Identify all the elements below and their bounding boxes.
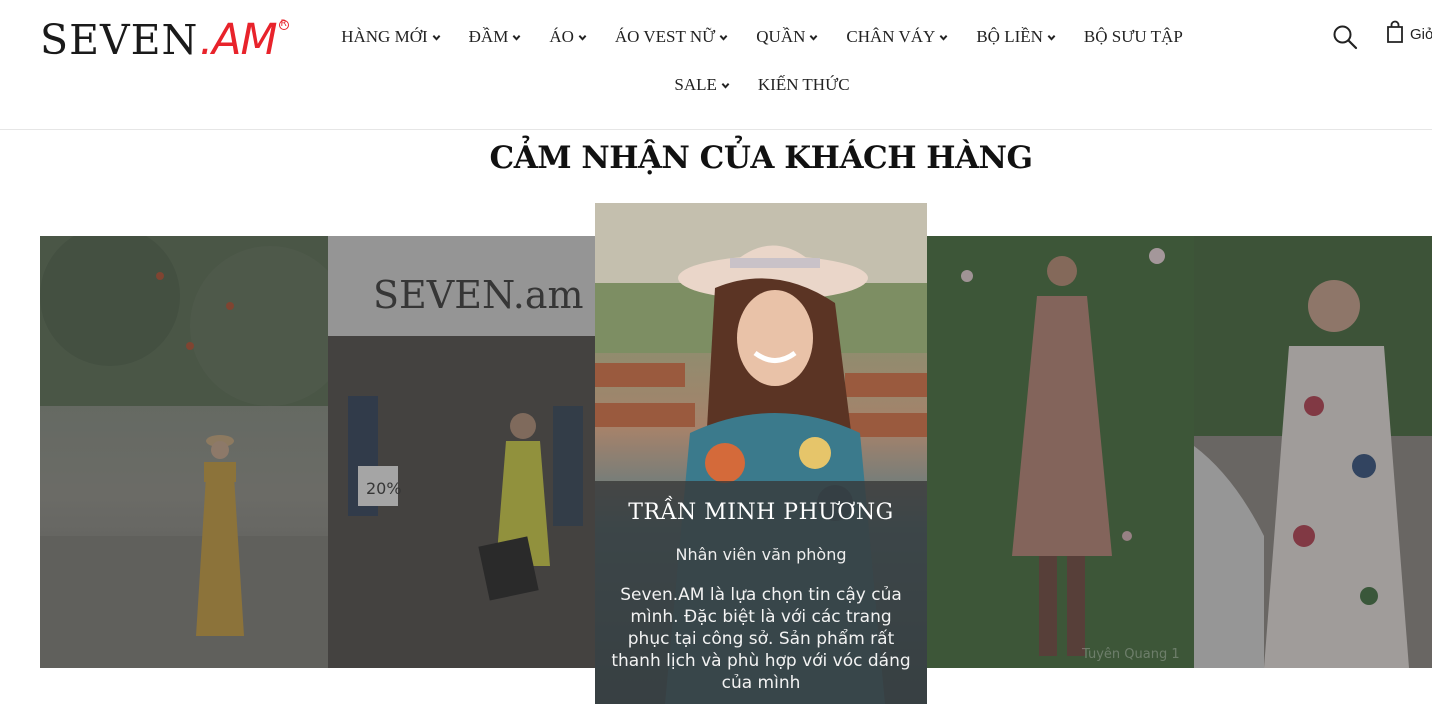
chevron-down-icon	[1047, 33, 1056, 42]
nav-item-1[interactable]: ĐẦM	[455, 22, 536, 52]
site-header: SEVEN .AM R HÀNG MỚI ĐẦM ÁO ÁO VEST NỮ QUẦN C…	[0, 0, 1432, 130]
nav-item-label: SALE	[674, 75, 717, 94]
nav-item-label: HÀNG MỚI	[341, 27, 428, 46]
nav-item-label: BỘ LIỀN	[976, 27, 1043, 46]
nav-item-2[interactable]: ÁO	[535, 22, 601, 52]
nav-item-5[interactable]: CHÂN VÁY	[832, 22, 962, 52]
testimonial-slide[interactable]: Tuyên Quang 1	[927, 236, 1194, 668]
testimonial-caption: TRẦN MINH PHƯƠNG Nhân viên văn phòng Sev…	[595, 481, 927, 704]
testimonial-slide[interactable]	[1194, 236, 1432, 668]
nav-item-7[interactable]: BỘ SƯU TẬP	[1070, 22, 1197, 52]
nav-item-label: QUẦN	[756, 27, 806, 46]
chevron-down-icon	[939, 33, 948, 42]
nav-item-0[interactable]: HÀNG MỚI	[327, 22, 454, 52]
shopping-bag-icon	[1386, 20, 1404, 49]
photo-watermark: Tuyên Quang 1	[1082, 647, 1180, 662]
cart-button[interactable]: Giỏ	[1386, 20, 1432, 49]
brand-logo[interactable]: SEVEN .AM R	[40, 12, 289, 68]
search-icon[interactable]	[1332, 24, 1358, 50]
section-title: CẢM NHẬN CỦA KHÁCH HÀNG	[489, 140, 1033, 176]
nav-item-label: ĐẦM	[468, 27, 509, 46]
nav-item-6[interactable]: BỘ LIỀN	[962, 22, 1070, 52]
chevron-down-icon	[809, 33, 818, 42]
active-testimonial-card[interactable]: TRẦN MINH PHƯƠNG Nhân viên văn phòng Sev…	[595, 203, 927, 704]
nav-item-3[interactable]: ÁO VEST NỮ	[601, 22, 742, 52]
chevron-down-icon	[512, 33, 521, 42]
chevron-down-icon	[719, 33, 728, 42]
customer-name: TRẦN MINH PHƯƠNG	[628, 500, 894, 525]
testimonial-slide[interactable]	[40, 236, 328, 668]
main-navigation: HÀNG MỚI ĐẦM ÁO ÁO VEST NỮ QUẦN CHÂN VÁY BỘ LI…	[322, 22, 1202, 100]
logo-suffix-text: .AM	[199, 15, 277, 65]
nav-item-8[interactable]: SALE	[660, 70, 744, 100]
chevron-down-icon	[721, 81, 730, 90]
nav-item-4[interactable]: QUẦN	[742, 22, 832, 52]
logo-brand-text: SEVEN	[40, 16, 199, 64]
nav-item-label: ÁO	[549, 27, 574, 46]
testimonial-slide[interactable]: SEVEN.am 20%	[328, 236, 595, 668]
chevron-down-icon	[432, 33, 441, 42]
nav-item-label: BỘ SƯU TẬP	[1083, 27, 1183, 46]
registered-mark: R	[278, 19, 289, 30]
nav-item-label: CHÂN VÁY	[846, 27, 936, 46]
cart-label: Giỏ	[1410, 26, 1432, 43]
customer-quote: Seven.AM là lựa chọn tin cậy của mình. Đ…	[611, 585, 911, 693]
nav-item-label: ÁO VEST NỮ	[614, 27, 716, 46]
customer-role: Nhân viên văn phòng	[675, 545, 847, 564]
nav-item-label: KIẾN THỨC	[757, 75, 850, 94]
nav-item-9[interactable]: KIẾN THỨC	[744, 70, 864, 100]
chevron-down-icon	[578, 33, 587, 42]
